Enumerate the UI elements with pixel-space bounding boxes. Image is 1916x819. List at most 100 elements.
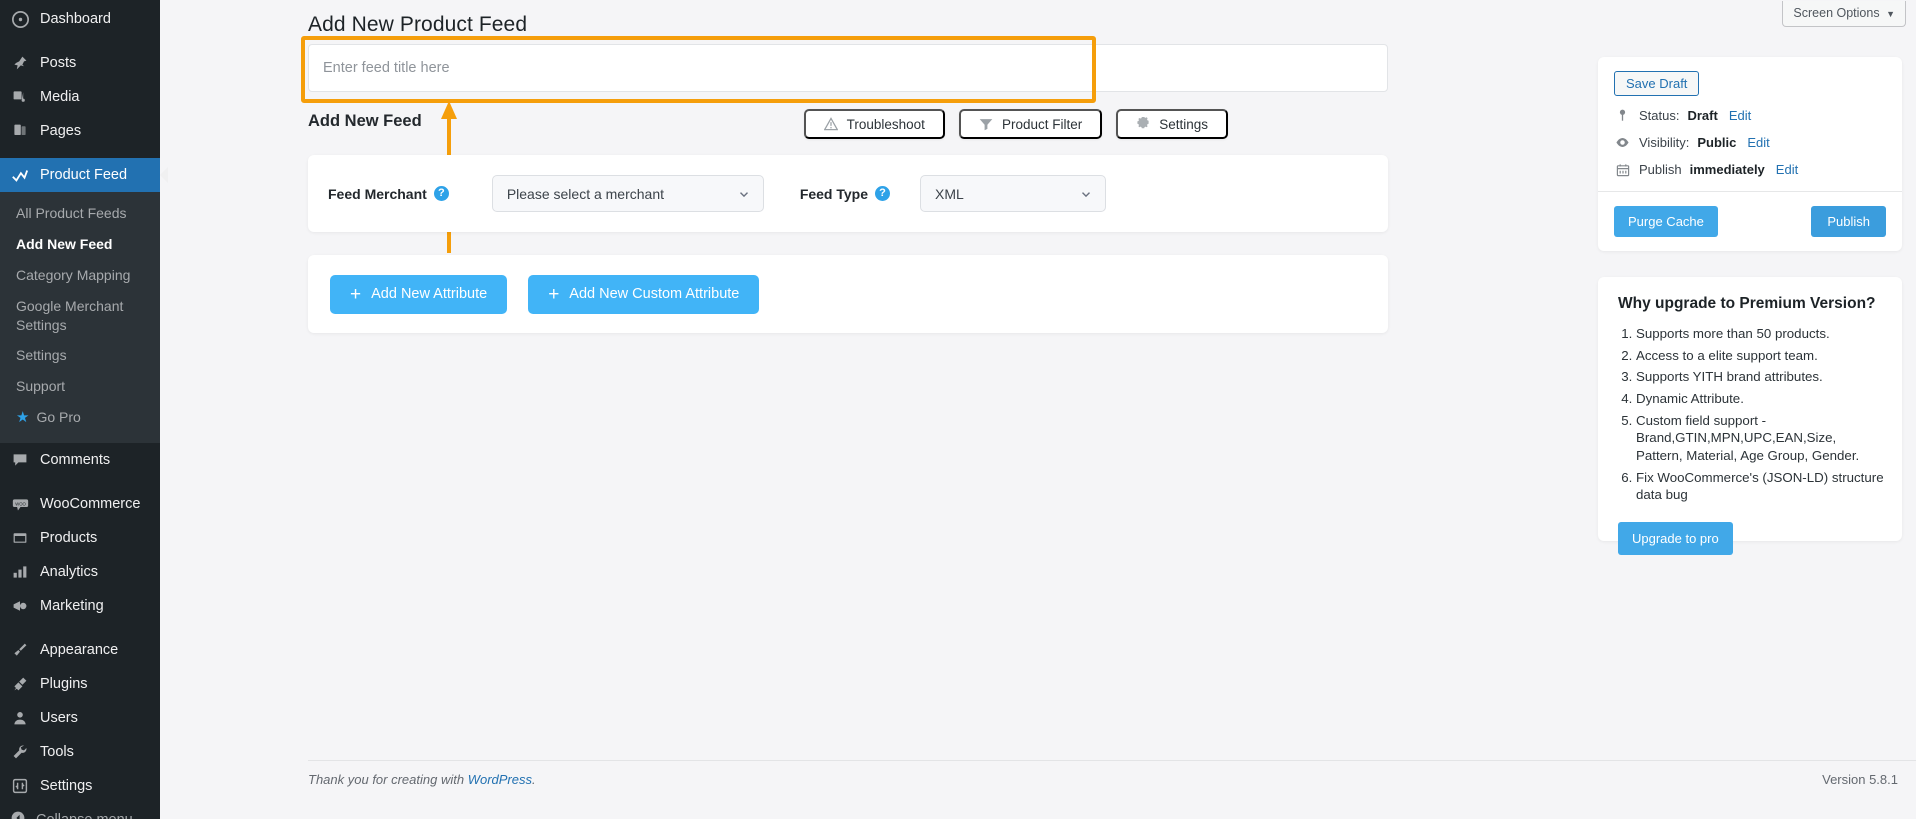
sidebar-item-label: Comments bbox=[40, 451, 111, 468]
publish-label: Publish bbox=[1639, 162, 1682, 177]
feed-type-label: Feed Type bbox=[799, 185, 869, 202]
sidebar-item-comments[interactable]: Comments bbox=[0, 443, 160, 477]
sidebar-item-settings[interactable]: Settings bbox=[0, 769, 160, 803]
chevron-down-icon bbox=[1079, 187, 1093, 201]
sidebar-item-analytics[interactable]: Analytics bbox=[0, 555, 160, 589]
feed-merchant-select[interactable]: Please select a merchant bbox=[491, 175, 764, 212]
premium-upsell-box: Why upgrade to Premium Version? Supports… bbox=[1598, 277, 1902, 556]
sidebar-item-pages[interactable]: Pages bbox=[0, 114, 160, 148]
sidebar-item-label: Marketing bbox=[40, 597, 104, 614]
submenu-item-add-new-feed[interactable]: Add New Feed bbox=[0, 229, 160, 260]
sidebar-item-woocommerce[interactable]: WOO WooCommerce bbox=[0, 487, 160, 521]
product-filter-label: Product Filter bbox=[1001, 116, 1083, 132]
submenu-item-settings[interactable]: Settings bbox=[0, 340, 160, 371]
add-new-custom-attribute-button[interactable]: + Add New Custom Attribute bbox=[528, 274, 760, 314]
sidebar-item-label: Plugins bbox=[40, 675, 88, 692]
save-draft-button[interactable]: Save Draft bbox=[1614, 71, 1700, 96]
sidebar-item-label: Users bbox=[40, 709, 78, 726]
sidebar-item-users[interactable]: Users bbox=[0, 701, 160, 735]
sliders-icon bbox=[10, 778, 30, 794]
collapse-menu-button[interactable]: Collapse menu bbox=[0, 803, 160, 819]
feed-merchant-label: Feed Merchant bbox=[328, 185, 427, 202]
sidebar-item-media[interactable]: Media bbox=[0, 80, 160, 114]
status-edit-link[interactable]: Edit bbox=[1729, 108, 1751, 123]
status-label: Status: bbox=[1639, 108, 1680, 123]
wordpress-link[interactable]: WordPress bbox=[468, 772, 532, 787]
submenu-item-go-pro[interactable]: ★ Go Pro bbox=[0, 402, 160, 433]
dashboard-icon bbox=[10, 10, 30, 28]
feed-type-select[interactable]: XML bbox=[920, 175, 1107, 212]
eye-icon bbox=[1614, 135, 1631, 150]
feed-title-field-wrap[interactable] bbox=[308, 44, 1388, 92]
add-new-custom-attribute-label: Add New Custom Attribute bbox=[569, 286, 740, 302]
list-item: Fix WooCommerce's (JSON-LD) structure da… bbox=[1636, 469, 1884, 504]
premium-title: Why upgrade to Premium Version? bbox=[1618, 295, 1876, 312]
sidebar-item-products[interactable]: Products bbox=[0, 521, 160, 555]
pin-icon bbox=[10, 55, 30, 71]
feed-config-card: Feed Merchant ? Please select a merchant… bbox=[308, 155, 1388, 232]
submenu-item-category-mapping[interactable]: Category Mapping bbox=[0, 260, 160, 291]
footer-thanks-prefix: Thank you for creating with bbox=[308, 772, 468, 787]
media-icon bbox=[10, 89, 30, 105]
main-content: Screen Options ▼ Add New Product Feed Ad… bbox=[160, 0, 1916, 819]
menu-separator bbox=[0, 623, 160, 633]
visibility-edit-link[interactable]: Edit bbox=[1747, 135, 1769, 150]
sidebar-item-posts[interactable]: Posts bbox=[0, 46, 160, 80]
publish-schedule-row: Publish immediately Edit bbox=[1614, 162, 1886, 177]
upgrade-to-pro-button[interactable]: Upgrade to pro bbox=[1618, 522, 1733, 556]
plus-icon: + bbox=[350, 283, 362, 305]
product-feed-submenu: All Product Feeds Add New Feed Category … bbox=[0, 192, 160, 444]
add-new-attribute-button[interactable]: + Add New Attribute bbox=[330, 274, 508, 314]
visibility-label: Visibility: bbox=[1639, 135, 1690, 150]
menu-separator bbox=[0, 477, 160, 487]
status-row: Status: Draft Edit bbox=[1614, 108, 1886, 123]
footer-version: Version 5.8.1 bbox=[1822, 772, 1898, 787]
warning-triangle-icon bbox=[823, 117, 838, 131]
star-icon: ★ bbox=[16, 409, 30, 427]
sidebar-item-appearance[interactable]: Appearance bbox=[0, 633, 160, 667]
chart-line-icon bbox=[10, 166, 30, 184]
sidebar-item-label: Pages bbox=[40, 122, 82, 139]
sidebar-item-tools[interactable]: Tools bbox=[0, 735, 160, 769]
list-item: Custom field support - Brand,GTIN,MPN,UP… bbox=[1636, 412, 1884, 465]
feed-title-input[interactable] bbox=[323, 60, 1373, 76]
sidebar-item-label: Products bbox=[40, 529, 98, 546]
plug-icon bbox=[10, 676, 30, 692]
purge-cache-button[interactable]: Purge Cache bbox=[1614, 206, 1718, 237]
sidebar-item-plugins[interactable]: Plugins bbox=[0, 667, 160, 701]
submenu-item-all-product-feeds[interactable]: All Product Feeds bbox=[0, 198, 160, 229]
feed-settings-button[interactable]: Settings bbox=[1116, 109, 1228, 139]
add-new-attribute-label: Add New Attribute bbox=[371, 286, 488, 302]
submenu-item-google-merchant-settings[interactable]: Google Merchant Settings bbox=[0, 291, 160, 341]
publish-edit-link[interactable]: Edit bbox=[1776, 162, 1798, 177]
feed-type-label-group: Feed Type ? bbox=[799, 185, 891, 202]
comment-icon bbox=[10, 452, 30, 468]
publish-actions: Purge Cache Publish bbox=[1614, 192, 1886, 237]
sidebar-item-dashboard[interactable]: Dashboard bbox=[0, 2, 160, 36]
page-title: Add New Product Feed bbox=[308, 13, 528, 36]
feed-config-row: Feed Merchant ? Please select a merchant… bbox=[308, 155, 1388, 232]
troubleshoot-button[interactable]: Troubleshoot bbox=[803, 109, 945, 139]
submenu-item-support[interactable]: Support bbox=[0, 371, 160, 402]
help-icon[interactable]: ? bbox=[433, 186, 449, 201]
sidebar-item-label: WooCommerce bbox=[40, 495, 141, 512]
users-icon bbox=[10, 710, 30, 726]
submenu-item-label: Go Pro bbox=[36, 409, 81, 426]
sidebar-item-product-feed[interactable]: Product Feed bbox=[0, 158, 160, 192]
sidebar-item-label: Dashboard bbox=[40, 10, 111, 27]
wrench-icon bbox=[10, 744, 30, 760]
megaphone-icon bbox=[10, 598, 30, 614]
sidebar-item-label: Settings bbox=[40, 777, 93, 794]
footer-divider bbox=[308, 760, 1916, 761]
publish-box: Save Draft Status: Draft Edit Visibility… bbox=[1598, 57, 1902, 251]
section-heading-add-new-feed: Add New Feed bbox=[308, 112, 422, 130]
sidebar-item-label: Appearance bbox=[40, 641, 119, 658]
help-icon[interactable]: ? bbox=[875, 186, 891, 201]
plus-icon: + bbox=[548, 283, 560, 305]
feed-type-value: XML bbox=[935, 185, 964, 202]
products-icon bbox=[10, 530, 30, 546]
sidebar-item-marketing[interactable]: Marketing bbox=[0, 589, 160, 623]
screen-options-toggle[interactable]: Screen Options ▼ bbox=[1782, 1, 1906, 27]
publish-button[interactable]: Publish bbox=[1811, 206, 1886, 237]
product-filter-button[interactable]: Product Filter bbox=[958, 109, 1103, 139]
